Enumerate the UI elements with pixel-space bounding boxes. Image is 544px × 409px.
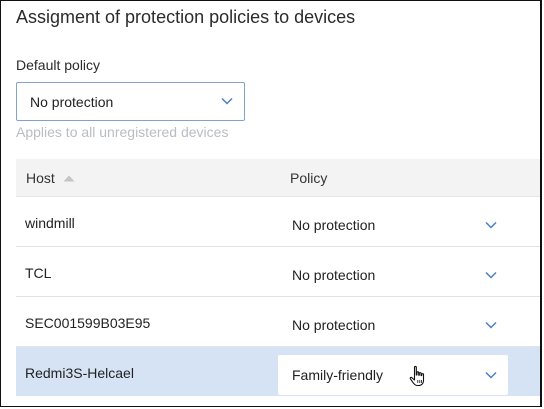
default-policy-helper: Applies to all unregistered devices bbox=[16, 124, 229, 140]
policy-select[interactable]: No protection bbox=[278, 255, 508, 295]
chevron-down-icon bbox=[485, 271, 497, 279]
chevron-down-icon bbox=[485, 321, 497, 329]
table-row: windmill No protection bbox=[16, 197, 540, 247]
policy-select[interactable]: No protection bbox=[278, 205, 508, 245]
table-row: TCL No protection bbox=[16, 247, 540, 297]
policy-value: No protection bbox=[292, 267, 376, 283]
table-row: SEC001599B03E95 No protection bbox=[16, 297, 540, 347]
default-policy-select[interactable]: No protection bbox=[16, 82, 245, 121]
host-name: Redmi3S-Helcael bbox=[25, 365, 134, 381]
devices-table: Host Policy windmill No protection TCL N… bbox=[16, 159, 540, 396]
policy-assignment-panel: Assigment of protection policies to devi… bbox=[0, 0, 542, 407]
host-name: windmill bbox=[25, 215, 75, 231]
default-policy-value: No protection bbox=[30, 94, 114, 110]
default-policy-label: Default policy bbox=[16, 57, 101, 73]
policy-value: No protection bbox=[292, 317, 376, 333]
host-name: SEC001599B03E95 bbox=[25, 315, 151, 331]
policy-value: No protection bbox=[292, 217, 376, 233]
chevron-down-icon bbox=[485, 371, 497, 379]
chevron-down-icon bbox=[485, 221, 497, 229]
sort-ascending-icon[interactable] bbox=[63, 175, 75, 182]
column-header-host[interactable]: Host bbox=[26, 170, 55, 186]
policy-select[interactable]: No protection bbox=[278, 305, 508, 345]
host-name: TCL bbox=[25, 265, 52, 281]
column-header-policy: Policy bbox=[290, 170, 328, 186]
policy-value: Family-friendly bbox=[292, 367, 384, 383]
table-header: Host Policy bbox=[16, 159, 540, 197]
policy-select[interactable]: Family-friendly bbox=[278, 355, 508, 395]
page-title: Assigment of protection policies to devi… bbox=[16, 7, 356, 27]
hand-pointer-icon bbox=[409, 365, 425, 387]
table-row-selected: Redmi3S-Helcael Family-friendly bbox=[16, 347, 540, 396]
chevron-down-icon bbox=[221, 97, 233, 105]
